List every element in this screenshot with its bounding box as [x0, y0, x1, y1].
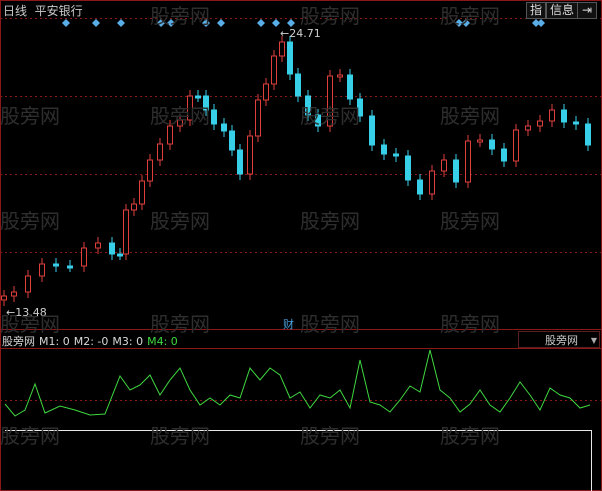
candle-body: [81, 247, 87, 267]
candle-body: [537, 120, 543, 127]
watermark: 股旁网: [0, 209, 60, 233]
exit-arrow-icon[interactable]: ⇥: [577, 2, 598, 19]
candle-body: [95, 242, 101, 249]
candle-body: [369, 115, 375, 146]
signal-diamond-icon: [217, 19, 225, 27]
candle-body: [229, 130, 235, 151]
candle-body: [1, 295, 7, 301]
candle-body: [211, 109, 217, 125]
candle-body: [147, 159, 153, 182]
candle-body: [405, 155, 411, 181]
finance-event-marker[interactable]: 财: [283, 316, 294, 332]
watermark: 股旁网: [150, 104, 210, 128]
watermark: 股旁网: [0, 312, 60, 336]
candle-body: [337, 74, 343, 78]
signal-diamond-icon: [287, 19, 295, 27]
m2-value: M2: -0: [73, 335, 109, 348]
indicator-selector-value: 股旁网: [545, 334, 578, 347]
candle-body: [53, 263, 59, 267]
candle-body: [109, 242, 115, 255]
candle-body: [489, 139, 495, 150]
candle-body: [573, 121, 579, 125]
candle-body: [131, 203, 137, 211]
watermark: 股旁网: [300, 104, 360, 128]
candle-body: [347, 74, 353, 100]
candle-body: [477, 139, 483, 143]
watermark: 股旁网: [300, 312, 360, 336]
signal-diamond-icon: [117, 19, 125, 27]
watermark: 股旁网: [440, 312, 500, 336]
signal-diamond-icon: [257, 19, 265, 27]
candle-body: [513, 129, 519, 162]
candle-body: [295, 73, 301, 97]
chart-title: 日线 平安银行: [3, 2, 83, 19]
watermark: 股旁网: [150, 312, 210, 336]
watermark: 股旁网: [0, 424, 60, 448]
m3-value: M3: 0: [112, 335, 144, 348]
candle-body: [585, 123, 591, 146]
watermark: 股旁网: [440, 4, 500, 28]
candle-body: [465, 140, 471, 183]
signal-diamond-icon: [62, 19, 70, 27]
watermark: 股旁网: [150, 209, 210, 233]
watermark: 股旁网: [150, 424, 210, 448]
watermark: 股旁网: [300, 209, 360, 233]
candle-body: [417, 179, 423, 195]
candle-body: [25, 275, 31, 293]
candle-body: [393, 153, 399, 157]
period-label[interactable]: 日线: [3, 4, 27, 18]
candle-body: [117, 253, 123, 257]
chevron-down-icon: ▼: [590, 336, 597, 345]
candle-body: [195, 95, 201, 99]
candle-body: [263, 83, 269, 101]
watermark: 股旁网: [440, 424, 500, 448]
candle-body: [157, 143, 163, 161]
watermark: 股旁网: [150, 4, 210, 28]
candle-body: [429, 170, 435, 195]
stock-name: 平安银行: [34, 4, 83, 18]
watermark: 股旁网: [0, 104, 60, 128]
candle-body: [453, 159, 459, 183]
candle-body: [441, 159, 447, 172]
indicator-line: [4, 349, 591, 417]
candle-body: [271, 55, 277, 85]
candle-body: [67, 265, 73, 269]
signal-diamond-icon: [272, 19, 280, 27]
indicator-selector[interactable]: 股旁网 ▼: [518, 331, 600, 348]
candle-body: [11, 291, 17, 297]
watermark: 股旁网: [440, 209, 500, 233]
watermark: 股旁网: [440, 104, 500, 128]
candle-body: [123, 209, 129, 255]
candle-body: [139, 180, 145, 205]
candle-body: [561, 109, 567, 123]
watermark: 股旁网: [300, 4, 360, 28]
candle-body: [237, 149, 243, 175]
signal-diamond-icon: [537, 19, 545, 27]
candle-body: [247, 135, 253, 175]
candle-body: [221, 123, 227, 132]
candle-body: [255, 99, 261, 137]
candle-body: [39, 263, 45, 277]
candle-body: [381, 144, 387, 155]
candle-body: [525, 125, 531, 131]
index-button[interactable]: 指: [526, 2, 547, 19]
stock-chart[interactable]: [0, 0, 602, 491]
candle-body: [279, 41, 285, 57]
candle-body: [501, 148, 507, 162]
candle-body: [549, 109, 555, 122]
watermark: 股旁网: [300, 424, 360, 448]
info-button[interactable]: 信息: [546, 2, 579, 19]
candle-body: [287, 41, 293, 75]
signal-diamond-icon: [92, 19, 100, 27]
